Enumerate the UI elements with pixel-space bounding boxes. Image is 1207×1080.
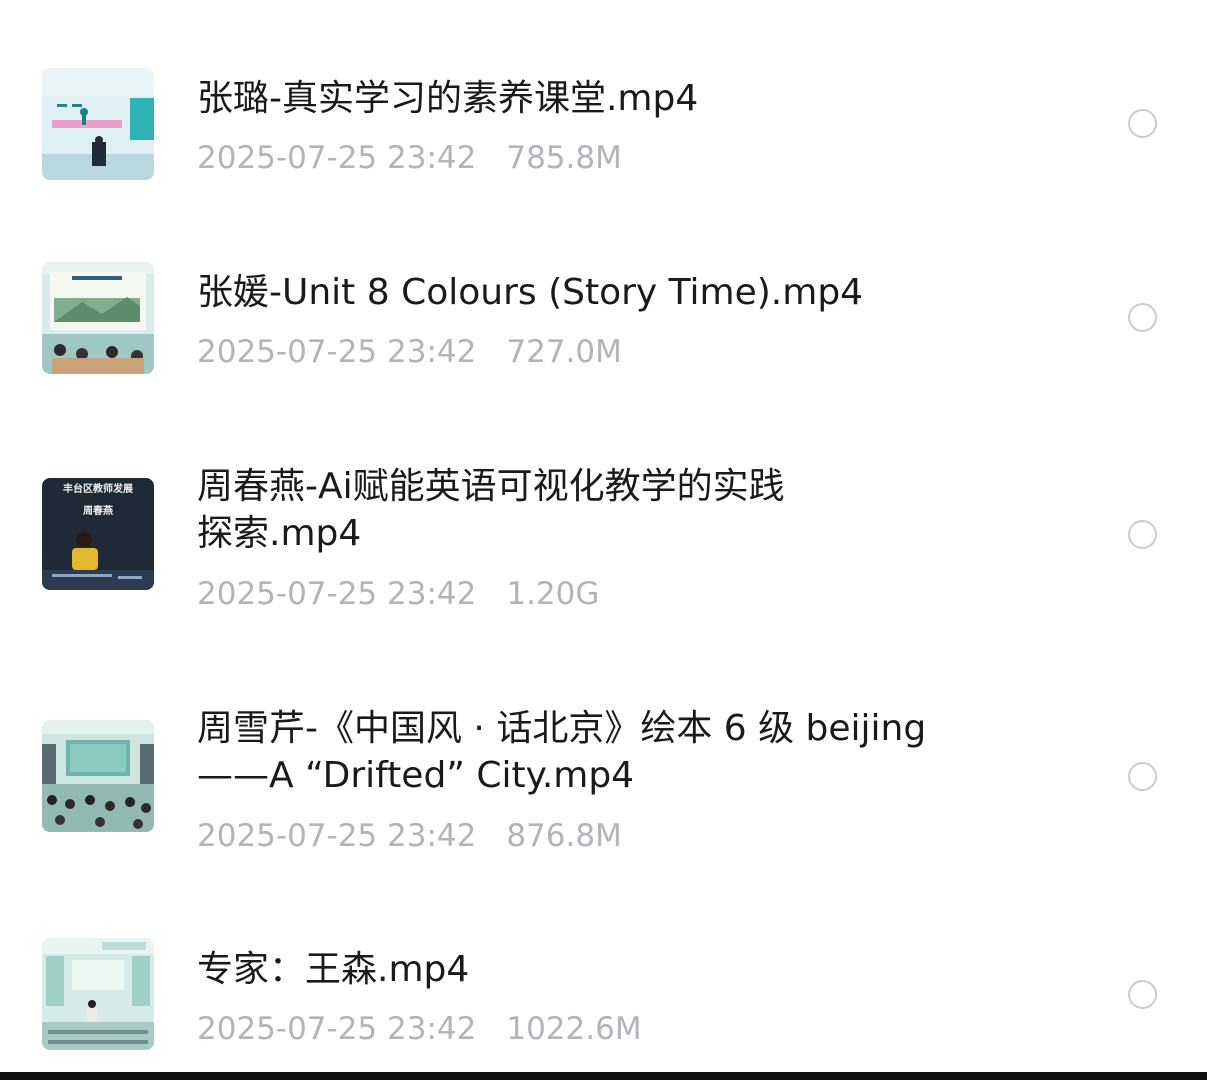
file-meta: 2025-07-25 23:42 1022.6M <box>197 1009 642 1049</box>
select-radio[interactable] <box>1128 980 1157 1009</box>
file-list: 张璐-真实学习的素养课堂.mp4 2025-07-25 23:42785.8M <box>0 0 1207 1072</box>
list-item[interactable]: 专家：王森.mp4 2025-07-25 23:42 1022.6M <box>0 0 1207 1072</box>
file-date: 2025-07-25 23:42 <box>197 1011 477 1047</box>
bottom-edge-bar <box>0 1072 1207 1080</box>
video-thumbnail[interactable] <box>42 938 154 1050</box>
file-name: 专家：王森.mp4 <box>197 949 470 990</box>
file-size: 1022.6M <box>506 1011 642 1047</box>
